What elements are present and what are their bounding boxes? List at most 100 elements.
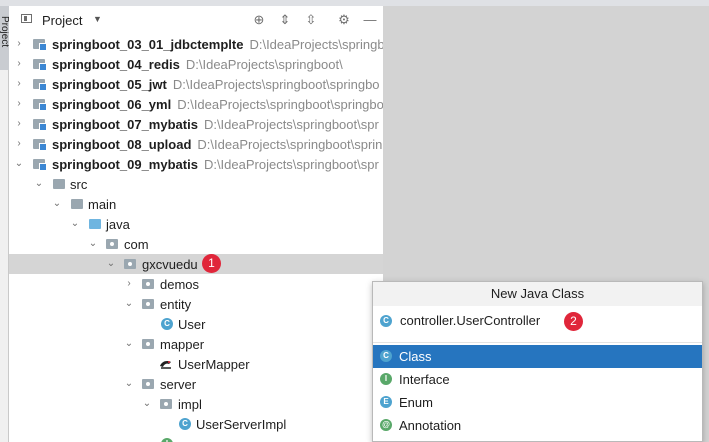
kind-option-annotation[interactable]: @ Annotation <box>373 414 702 437</box>
hide-icon[interactable]: — <box>361 10 379 30</box>
tree-row-java[interactable]: ⌄ java <box>9 214 383 234</box>
tree-row-usermapper[interactable]: UserMapper <box>9 354 383 374</box>
module-path: D:\IdeaProjects\springboot\springbo <box>177 97 383 112</box>
kind-label: Annotation <box>399 418 462 433</box>
tree-label: UserServerImpl <box>196 417 287 432</box>
locate-file-icon[interactable]: ⊕ <box>250 10 268 30</box>
package-icon <box>142 379 154 389</box>
chevron-down-icon[interactable]: ⌄ <box>123 374 135 394</box>
tree-row-server[interactable]: ⌄ server <box>9 374 383 394</box>
class-icon: C <box>161 318 173 330</box>
tree-row-module[interactable]: › springboot_03_01_jdbctemplte D:\IdeaPro… <box>9 34 383 54</box>
tree-row-module[interactable]: › springboot_08_upload D:\IdeaProjects\sp… <box>9 134 383 154</box>
tree-row-com[interactable]: ⌄ com <box>9 234 383 254</box>
package-icon <box>160 399 172 409</box>
annotation-icon: @ <box>380 419 392 431</box>
interface-icon: I <box>161 438 173 442</box>
chevron-down-icon[interactable]: ⌄ <box>69 214 81 234</box>
tree-row-module[interactable]: › springboot_07_mybatis D:\IdeaProjects\s… <box>9 114 383 134</box>
chevron-right-icon[interactable]: › <box>13 54 25 74</box>
package-icon <box>142 299 154 309</box>
kind-option-enum[interactable]: E Enum <box>373 391 702 414</box>
class-name-input[interactable] <box>400 313 560 328</box>
class-icon: C <box>179 418 191 430</box>
popup-title: New Java Class <box>373 282 702 306</box>
kind-list: C Class I Interface E Enum @ Annotation <box>373 345 702 437</box>
module-path: D:\IdeaProjects\springboot\springbo <box>172 77 380 92</box>
kind-option-class[interactable]: C Class <box>373 345 702 368</box>
chevron-down-icon[interactable]: ⌄ <box>123 294 135 314</box>
chevron-right-icon[interactable]: › <box>13 114 25 134</box>
chevron-down-icon[interactable]: ▼ <box>93 14 102 24</box>
kind-option-interface[interactable]: I Interface <box>373 368 702 391</box>
module-folder-icon <box>33 119 47 131</box>
tree-row-module[interactable]: › springboot_04_redis D:\IdeaProjects\spr… <box>9 54 383 74</box>
gear-icon[interactable]: ⚙ <box>335 10 353 30</box>
tree-label: java <box>106 217 130 232</box>
tree-label: com <box>124 237 149 252</box>
chevron-right-icon[interactable]: › <box>13 34 25 54</box>
collapse-all-icon[interactable]: ⇳ <box>302 10 320 30</box>
chevron-right-icon[interactable]: › <box>13 134 25 154</box>
chevron-down-icon[interactable]: ⌄ <box>87 234 99 254</box>
tree-row-user[interactable]: C User <box>9 314 383 334</box>
tree-row-entity[interactable]: ⌄ entity <box>9 294 383 314</box>
class-icon: C <box>380 350 392 362</box>
tree-row-src[interactable]: ⌄ src <box>9 174 383 194</box>
chevron-right-icon[interactable]: › <box>13 74 25 94</box>
source-folder-icon <box>89 219 101 229</box>
tree-row-userserverimpl[interactable]: C UserServerImpl <box>9 414 383 434</box>
project-panel: Project ▼ ⊕ ⇕ ⇳ ⚙ — › springboot_03_01_j… <box>9 6 383 442</box>
tree-row-module[interactable]: › springboot_06_yml D:\IdeaProjects\sprin… <box>9 94 383 114</box>
tree-row-module[interactable]: ⌄ springboot_09_mybatis D:\IdeaProjects\s… <box>9 154 383 174</box>
chevron-down-icon[interactable]: ⌄ <box>51 194 63 214</box>
project-view-title[interactable]: Project <box>42 13 82 28</box>
chevron-down-icon[interactable]: ⌄ <box>13 154 25 174</box>
enum-icon: E <box>380 396 392 408</box>
chevron-right-icon[interactable]: › <box>13 94 25 114</box>
tree-row-mapper[interactable]: ⌄ mapper <box>9 334 383 354</box>
project-tool-tab[interactable]: Project <box>0 6 10 70</box>
tree-label: server <box>160 377 197 392</box>
tree-row-impl[interactable]: ⌄ impl <box>9 394 383 414</box>
module-name: springboot_03_01_jdbctemplte <box>52 37 244 52</box>
module-name: springboot_05_jwt <box>52 77 167 92</box>
chevron-down-icon[interactable]: ⌄ <box>141 394 153 414</box>
module-name: springboot_04_redis <box>52 57 180 72</box>
package-icon <box>142 339 154 349</box>
step-badge: 2 <box>564 312 583 331</box>
interface-icon: I <box>380 373 392 385</box>
tree-label: main <box>88 197 117 212</box>
chevron-down-icon[interactable]: ⌄ <box>33 174 45 194</box>
chevron-down-icon[interactable]: ⌄ <box>123 334 135 354</box>
tree-row-module[interactable]: › springboot_05_jwt D:\IdeaProjects\sprin… <box>9 74 383 94</box>
module-path: D:\IdeaProjects\springboot\ <box>185 57 343 72</box>
kind-label: Enum <box>399 395 433 410</box>
module-name: springboot_09_mybatis <box>52 157 198 172</box>
folder-icon <box>53 179 65 189</box>
mybatis-icon <box>160 361 171 369</box>
tree-label: entity <box>160 297 192 312</box>
expand-all-icon[interactable]: ⇕ <box>276 10 294 30</box>
module-folder-icon <box>33 99 47 111</box>
divider <box>373 342 702 343</box>
module-name: springboot_07_mybatis <box>52 117 198 132</box>
module-folder-icon <box>33 139 47 151</box>
tree-row-demos[interactable]: › demos <box>9 274 383 294</box>
project-tree: › springboot_03_01_jdbctemplte D:\IdeaPro… <box>9 34 383 442</box>
project-view-icon <box>21 14 32 23</box>
tree-row-partial[interactable]: I <box>9 434 383 442</box>
chevron-down-icon[interactable]: ⌄ <box>105 254 117 274</box>
tree-row-main[interactable]: ⌄ main <box>9 194 383 214</box>
tree-label: UserMapper <box>178 357 250 372</box>
module-folder-icon <box>33 159 47 171</box>
step-badge: 1 <box>202 254 221 273</box>
module-path: D:\IdeaProjects\springboot\spr <box>203 157 379 172</box>
module-path: D:\IdeaProjects\springboot\spr <box>203 117 379 132</box>
chevron-right-icon[interactable]: › <box>123 274 135 294</box>
new-java-class-popup: New Java Class C 2 C Class I Interface E… <box>372 281 703 442</box>
module-name: springboot_06_yml <box>52 97 172 112</box>
module-folder-icon <box>33 59 47 71</box>
tree-row-gxcvuedu[interactable]: ⌄ gxcvuedu 1 <box>9 254 383 274</box>
module-folder-icon <box>33 79 47 91</box>
